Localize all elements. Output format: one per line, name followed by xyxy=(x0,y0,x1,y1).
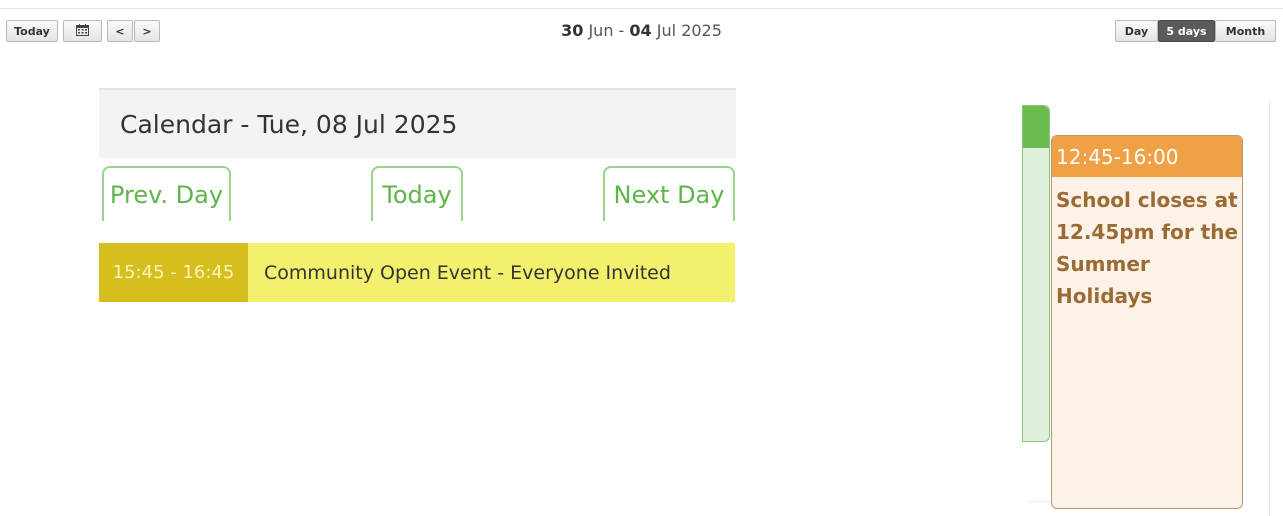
school-closes-event[interactable]: 12:45-16:00 School closes at 12.45pm for… xyxy=(1051,135,1243,509)
event-time: 12:45-16:00 xyxy=(1052,136,1242,177)
calendar-day-title: Calendar - Tue, 08 Jul 2025 xyxy=(99,90,736,158)
column-divider xyxy=(1269,101,1270,516)
view-month-button[interactable]: Month xyxy=(1215,20,1276,42)
view-5days-button[interactable]: 5 days xyxy=(1158,20,1215,42)
event-title: Community Open Event - Everyone Invited xyxy=(248,243,735,302)
community-event[interactable]: 15:45 - 16:45 Community Open Event - Eve… xyxy=(99,243,735,302)
event-title: School closes at 12.45pm for the Summer … xyxy=(1056,188,1239,308)
green-event-block[interactable] xyxy=(1022,105,1050,442)
day-calendar-widget: Calendar - Tue, 08 Jul 2025 Prev. Day To… xyxy=(99,80,736,310)
view-day-button[interactable]: Day xyxy=(1115,20,1158,42)
green-event-header xyxy=(1023,106,1049,148)
today-day-button[interactable]: Today xyxy=(371,166,463,221)
event-time: 15:45 - 16:45 xyxy=(99,243,248,302)
top-divider xyxy=(0,8,1283,9)
next-day-button[interactable]: Next Day xyxy=(603,166,735,221)
prev-day-button[interactable]: Prev. Day xyxy=(102,166,231,221)
date-range-title: 30 Jun - 04 Jul 2025 xyxy=(561,21,722,40)
